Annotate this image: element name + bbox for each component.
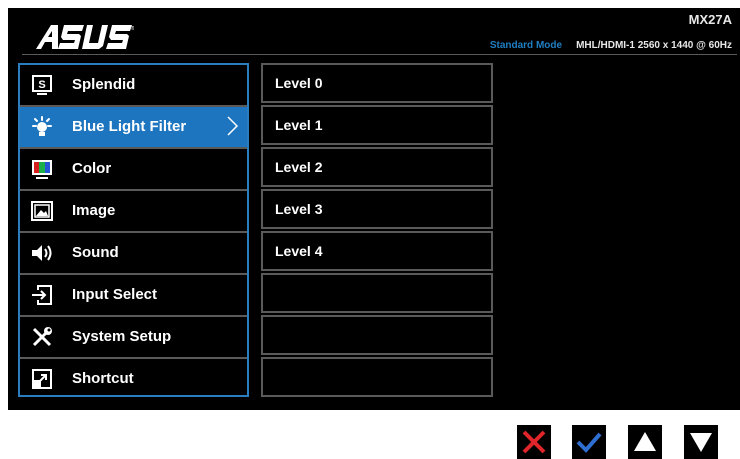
up-arrow-icon[interactable] xyxy=(628,425,662,459)
menu-label: Splendid xyxy=(72,76,136,93)
shortcut-icon xyxy=(32,369,52,389)
menu-label: Shortcut xyxy=(72,370,134,387)
level-option[interactable]: Level 4 xyxy=(261,231,493,271)
status-bar: Standard Mode MHL/HDMI-1 2560 x 1440 @ 60… xyxy=(490,40,732,51)
empty-option xyxy=(261,357,493,397)
menu-item-color[interactable]: Color xyxy=(20,149,247,189)
empty-option xyxy=(261,273,493,313)
menu-item-blue-light-filter[interactable]: Blue Light Filter xyxy=(20,107,247,147)
level-option[interactable]: Level 1 xyxy=(261,105,493,145)
option-label: Level 3 xyxy=(275,201,323,217)
level-option[interactable]: Level 3 xyxy=(261,189,493,229)
image-icon xyxy=(31,201,53,221)
osd-panel: ® MX27A Standard Mode MHL/HDMI-1 2560 x 1… xyxy=(8,8,740,410)
svg-text:S: S xyxy=(38,79,45,91)
menu-item-system-setup[interactable]: System Setup xyxy=(20,317,247,357)
bulb-icon xyxy=(32,116,52,136)
menu-label: Color xyxy=(72,160,112,177)
down-arrow-icon[interactable] xyxy=(684,425,718,459)
level-option[interactable]: Level 2 xyxy=(261,147,493,187)
model-name: MX27A xyxy=(688,12,732,27)
level-option[interactable]: Level 0 xyxy=(261,63,493,103)
menu-label: Sound xyxy=(72,244,119,261)
option-label: Level 1 xyxy=(275,117,323,133)
color-icon xyxy=(32,160,52,179)
main-menu: S Splendid Blue Light Filter Color Image… xyxy=(18,63,249,397)
menu-item-splendid[interactable]: S Splendid xyxy=(20,65,247,105)
option-label: Level 4 xyxy=(275,243,323,259)
option-label: Level 0 xyxy=(275,75,323,91)
speaker-icon xyxy=(32,245,52,261)
splendid-icon: S xyxy=(32,75,52,95)
asus-logo: ® xyxy=(36,25,134,49)
option-label: Level 2 xyxy=(275,159,323,175)
signal-info: MHL/HDMI-1 2560 x 1440 @ 60Hz xyxy=(576,40,732,51)
tools-icon xyxy=(32,327,52,347)
empty-option xyxy=(261,315,493,355)
menu-label: Image xyxy=(72,202,116,219)
menu-label: Input Select xyxy=(72,286,158,303)
menu-label: System Setup xyxy=(72,328,172,345)
menu-label: Blue Light Filter xyxy=(72,118,187,135)
menu-item-input-select[interactable]: Input Select xyxy=(20,275,247,315)
menu-item-image[interactable]: Image xyxy=(20,191,247,231)
chevron-right-icon xyxy=(227,116,239,136)
confirm-icon[interactable] xyxy=(572,425,606,459)
header-divider xyxy=(22,54,737,55)
menu-item-sound[interactable]: Sound xyxy=(20,233,247,273)
sub-menu: Level 0 Level 1 Level 2 Level 3 Level 4 xyxy=(261,63,493,397)
menu-item-shortcut[interactable]: Shortcut xyxy=(20,359,247,399)
close-icon[interactable] xyxy=(517,425,551,459)
mode-label: Standard Mode xyxy=(489,40,563,51)
svg-text:®: ® xyxy=(131,25,134,32)
input-icon xyxy=(32,285,52,305)
